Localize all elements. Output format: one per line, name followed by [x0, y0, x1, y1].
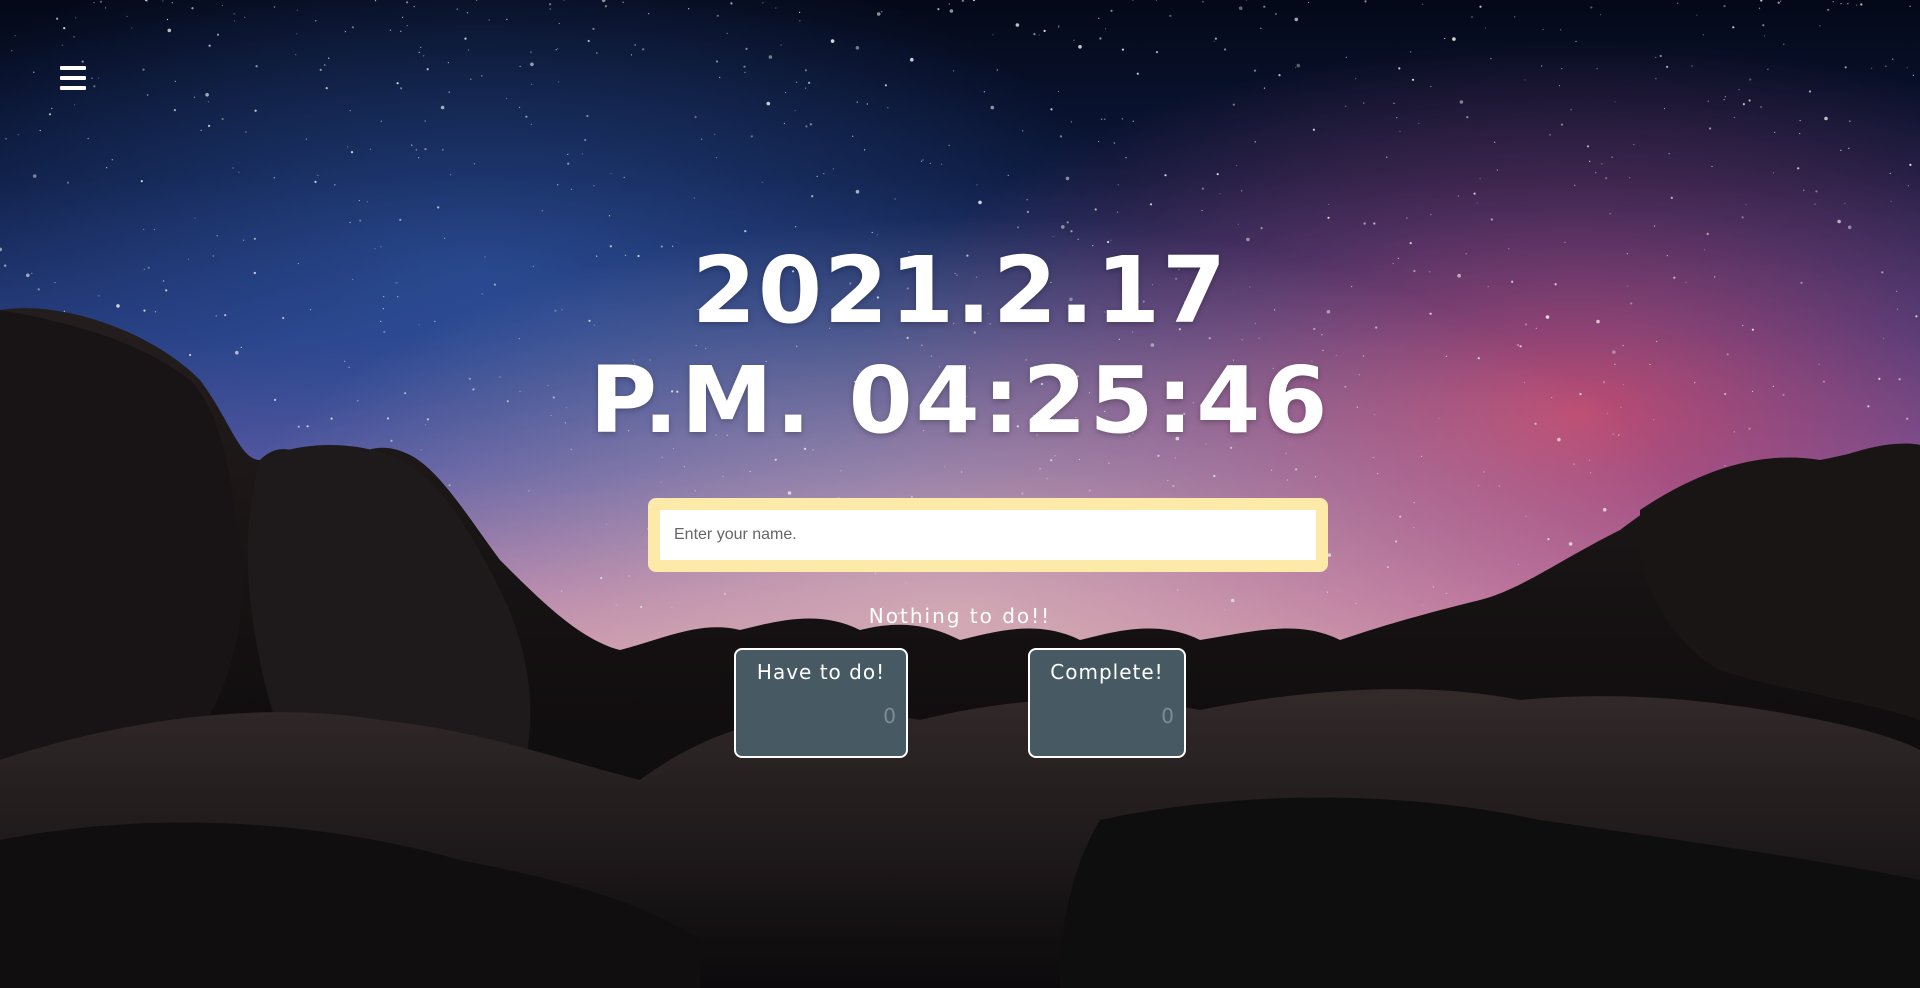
- complete-card[interactable]: Complete! 0: [1028, 648, 1186, 758]
- complete-label: Complete!: [1050, 660, 1164, 684]
- clock-date: 2021.2.17: [692, 237, 1228, 344]
- clock-time: P.M. 04:25:46: [589, 347, 1331, 454]
- complete-count: 0: [1161, 704, 1174, 728]
- menu-button[interactable]: [50, 58, 96, 98]
- name-input[interactable]: [660, 510, 1316, 560]
- have-to-do-label: Have to do!: [756, 660, 886, 684]
- background-image: [0, 0, 1920, 988]
- todo-status-text: Nothing to do!!: [868, 604, 1052, 628]
- have-to-do-card[interactable]: Have to do! 0: [734, 648, 908, 758]
- have-to-do-count: 0: [883, 704, 896, 728]
- name-form: [648, 498, 1328, 572]
- hamburger-menu-icon: [60, 66, 86, 70]
